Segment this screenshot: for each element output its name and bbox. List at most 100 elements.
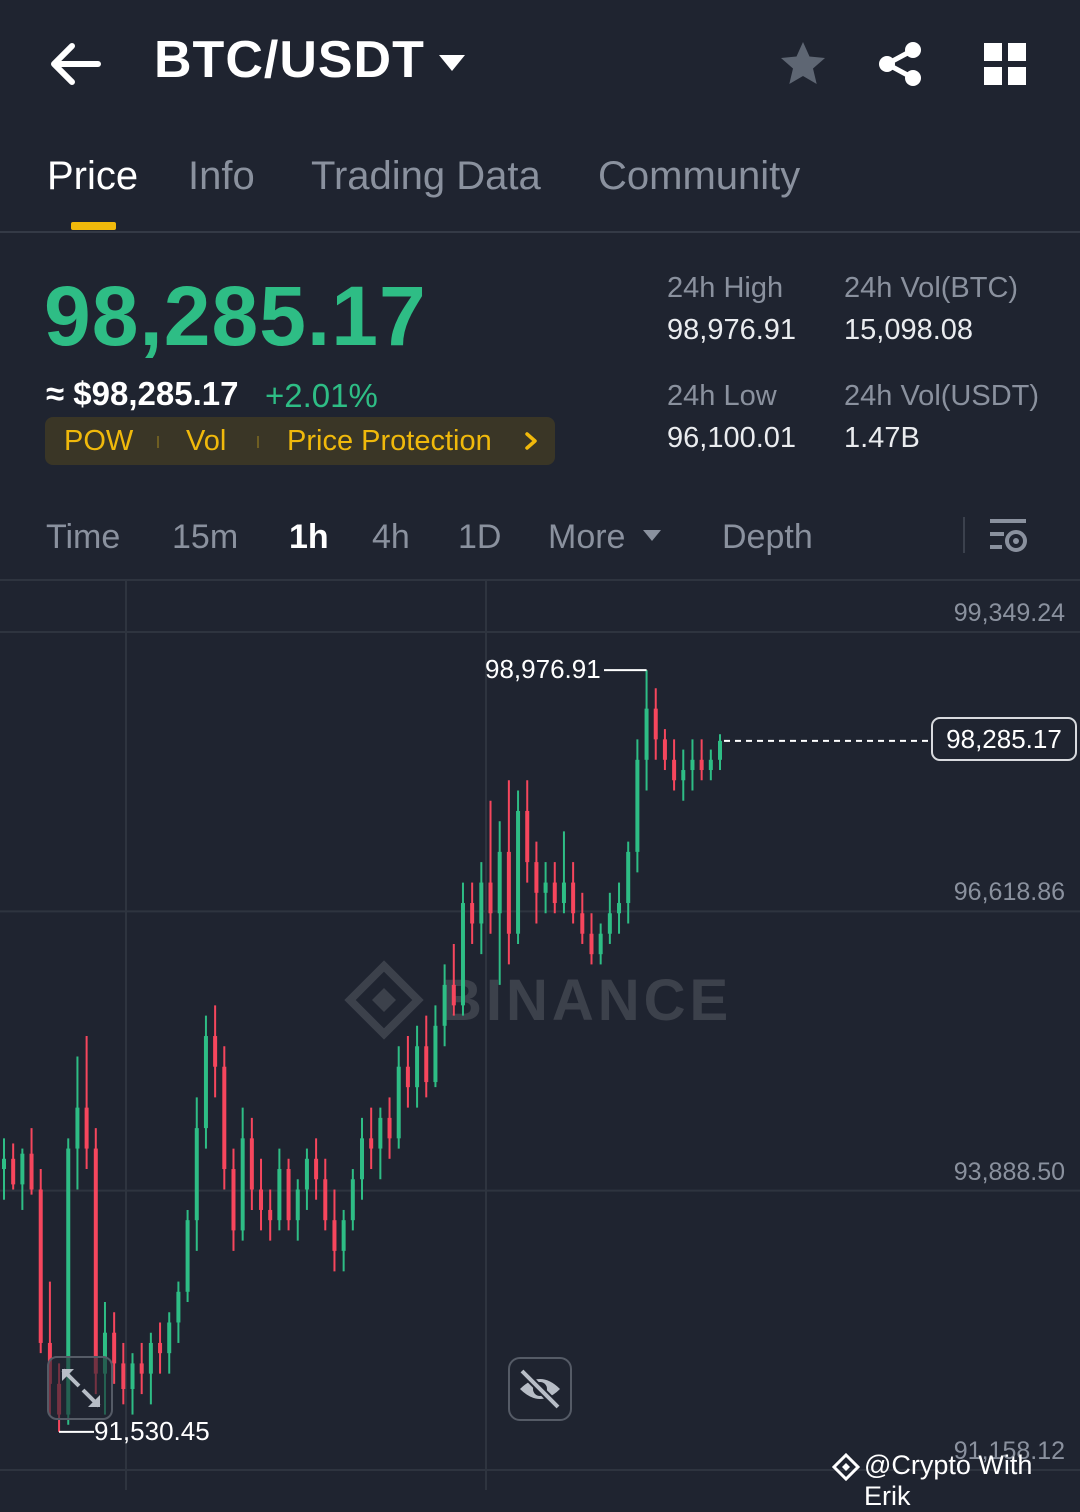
- candle: [607, 892, 612, 944]
- candle-body: [424, 1046, 429, 1083]
- 24h-low-label: 24h Low: [667, 380, 777, 412]
- interval-time[interactable]: Time: [46, 518, 120, 557]
- interval-more[interactable]: More: [548, 518, 625, 557]
- favorite-star-icon[interactable]: [778, 40, 828, 88]
- candle-body: [332, 1220, 337, 1251]
- candle-body: [561, 882, 566, 904]
- candle-body: [442, 984, 447, 1026]
- candle-body: [525, 810, 530, 863]
- candle-body: [479, 882, 484, 924]
- tag-separator: [157, 436, 159, 448]
- interval-4h[interactable]: 4h: [372, 518, 410, 557]
- candle-body: [580, 913, 585, 934]
- candle: [75, 1056, 80, 1190]
- chevron-right-icon[interactable]: [523, 432, 539, 450]
- grid-menu-icon[interactable]: [984, 43, 1026, 85]
- candle: [213, 1005, 218, 1098]
- candle-body: [2, 1158, 6, 1170]
- tag-vol[interactable]: Vol: [186, 425, 226, 458]
- candle-body: [699, 759, 704, 771]
- candle: [653, 688, 658, 760]
- axis-price-label: 96,618.86: [953, 878, 1065, 906]
- candle: [176, 1281, 181, 1343]
- candle-body: [451, 984, 456, 1006]
- candle: [552, 862, 557, 914]
- share-icon[interactable]: [876, 40, 924, 88]
- 24h-low-value: 96,100.01: [667, 422, 797, 454]
- candle-body: [314, 1158, 319, 1180]
- interval-1d[interactable]: 1D: [458, 518, 501, 557]
- candle: [543, 862, 548, 914]
- candle-body: [323, 1179, 328, 1221]
- top-bar: BTC/USDT: [0, 0, 1080, 130]
- expand-icon: [61, 1368, 101, 1408]
- candle-body: [286, 1169, 291, 1221]
- candle-body: [369, 1138, 374, 1149]
- candle-body: [460, 903, 465, 1006]
- divider: [0, 231, 1080, 233]
- tab-trading-data[interactable]: Trading Data: [311, 154, 541, 199]
- watermark-text: BINANCE: [440, 968, 732, 1033]
- candle: [396, 1046, 401, 1149]
- candle: [699, 739, 704, 781]
- more-dropdown-icon[interactable]: [642, 529, 662, 543]
- candle-body: [534, 862, 539, 893]
- interval-1h[interactable]: 1h: [289, 518, 329, 557]
- candle: [148, 1332, 153, 1405]
- candle-body: [718, 740, 722, 760]
- candle-body: [84, 1107, 89, 1149]
- candle: [249, 1117, 254, 1210]
- interval-15m[interactable]: 15m: [172, 518, 238, 557]
- eye-off-icon: [519, 1368, 561, 1410]
- candle-body: [387, 1117, 392, 1139]
- hide-indicators-button[interactable]: [508, 1357, 572, 1421]
- candle-body: [644, 708, 649, 760]
- candle-body: [635, 759, 640, 852]
- change-percent: +2.01%: [265, 377, 378, 414]
- candle: [222, 1046, 227, 1190]
- candle: [708, 749, 713, 781]
- candle-body: [571, 882, 576, 914]
- 24h-high-label: 24h High: [667, 272, 784, 304]
- divider: [963, 517, 965, 553]
- back-arrow-icon[interactable]: [48, 40, 102, 88]
- 24h-vol-usdt-label: 24h Vol(USDT): [844, 380, 1040, 412]
- candles: [2, 670, 722, 1432]
- candle-body: [415, 1046, 420, 1088]
- candle: [369, 1107, 374, 1170]
- candle-body: [203, 1036, 208, 1129]
- candle-body: [360, 1138, 364, 1180]
- candle: [121, 1342, 126, 1405]
- 24h-vol-usdt-value: 1.47B: [844, 422, 920, 454]
- tab-info[interactable]: Info: [188, 154, 255, 199]
- interval-depth[interactable]: Depth: [722, 518, 813, 557]
- pair-title[interactable]: BTC/USDT: [154, 30, 425, 90]
- 24h-vol-btc-label: 24h Vol(BTC): [844, 272, 1019, 304]
- pair-dropdown-icon[interactable]: [437, 52, 467, 74]
- fullscreen-button[interactable]: [47, 1356, 113, 1420]
- candle-body: [112, 1332, 117, 1364]
- 24h-high-value: 98,976.91: [667, 314, 797, 346]
- current-price-tag[interactable]: 98,285.17: [931, 717, 1077, 761]
- candle-body: [497, 851, 502, 914]
- candle-body: [38, 1189, 43, 1343]
- tag-pow[interactable]: POW: [64, 425, 133, 458]
- candle-body: [11, 1158, 16, 1185]
- candle: [332, 1189, 337, 1272]
- tab-price[interactable]: Price: [47, 154, 138, 199]
- candle-body: [653, 708, 658, 740]
- candle: [139, 1342, 144, 1395]
- candle-body: [185, 1220, 190, 1292]
- candlestick-chart[interactable]: BINANCE: [0, 581, 1080, 1490]
- candle-body: [378, 1117, 383, 1149]
- candle: [194, 1097, 199, 1251]
- tab-community[interactable]: Community: [598, 154, 800, 199]
- chart-canvas[interactable]: BINANCE: [0, 581, 1080, 1490]
- candle: [718, 734, 722, 771]
- active-tab-indicator: [71, 222, 116, 230]
- candle: [516, 790, 521, 944]
- candle: [38, 1169, 43, 1354]
- chart-settings-icon[interactable]: [988, 517, 1028, 555]
- candle: [158, 1322, 163, 1374]
- tag-price-protection[interactable]: Price Protection: [287, 425, 492, 458]
